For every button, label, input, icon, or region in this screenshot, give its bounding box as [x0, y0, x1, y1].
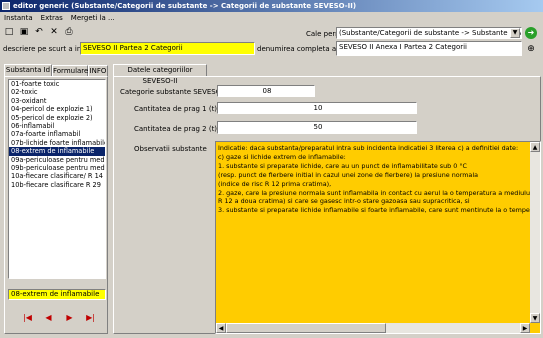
- save-icon[interactable]: ▣: [18, 26, 30, 38]
- denumirea-value: SEVESO II Anexa I Partea 2 Categorii: [339, 43, 468, 51]
- observatii-area[interactable]: Indicatie: daca substanta/preparatul int…: [215, 141, 541, 334]
- list-item[interactable]: 01-foarte toxic: [9, 80, 105, 88]
- first-record-icon[interactable]: |◀: [21, 312, 34, 322]
- categorie-field[interactable]: 08: [217, 85, 315, 97]
- observatii-line: 2. gaze, care la presiune normala sunt i…: [218, 188, 530, 197]
- list-item[interactable]: 09b-periculoase pentru mediu R: [9, 164, 105, 172]
- prag2-value: 50: [313, 123, 323, 131]
- cale-permisa-value: (Substante/Categorii de substante -> Sub…: [339, 29, 521, 37]
- observatii-line: c) gaze si lichide extrem de inflamabile…: [218, 152, 346, 161]
- zoom-icon[interactable]: ⊕: [525, 43, 537, 55]
- observatii-line: 1. substante si preparate lichide, care …: [218, 161, 468, 170]
- undo-icon[interactable]: ↶: [33, 26, 45, 38]
- observatii-line: (indice de risc R 12 prima cratima),: [218, 179, 332, 188]
- list-item[interactable]: 07a-foarte inflamabil: [9, 130, 105, 138]
- tab-substanta-id-label: Substanta Id: [5, 66, 51, 74]
- horizontal-scrollbar[interactable]: ◀ ▶: [216, 323, 530, 333]
- app-icon: [2, 2, 10, 10]
- title-bar: editor generic (Substante/Categorii de s…: [0, 0, 543, 12]
- print-icon[interactable]: ⎙: [63, 26, 75, 38]
- scroll-right-icon[interactable]: ▶: [520, 323, 530, 333]
- prag1-label: Cantitatea de prag 1 (t): [134, 105, 218, 113]
- descriere-value: SEVESO II Partea 2 Categorii: [83, 44, 183, 52]
- observatii-text: Indicatie: daca substanta/preparatul int…: [216, 142, 530, 323]
- categorie-label: Categorie substante SEVESO-II: [120, 88, 229, 96]
- list-item[interactable]: 10b-fiecare clasificare R 29: [9, 181, 105, 189]
- selected-substance-field: 08-extrem de inflamabile: [8, 289, 106, 300]
- list-item[interactable]: 02-toxic: [9, 88, 105, 96]
- menu-mergeti-la[interactable]: Mergeti la ...: [71, 14, 115, 22]
- descriere-field[interactable]: SEVESO II Partea 2 Categorii: [80, 42, 255, 55]
- list-item[interactable]: 03-oxidant: [9, 97, 105, 105]
- observatii-line: Indicatie: daca substanta/preparatul int…: [218, 144, 519, 152]
- new-icon[interactable]: □: [3, 26, 15, 38]
- selected-substance-value: 08-extrem de inflamabile: [11, 290, 100, 298]
- prag1-value: 10: [313, 104, 323, 112]
- record-nav: |◀ ◀ ▶ ▶|: [21, 312, 101, 322]
- scroll-thumb[interactable]: [226, 323, 386, 333]
- prag1-field[interactable]: 10: [217, 102, 417, 114]
- scroll-left-icon[interactable]: ◀: [216, 323, 226, 333]
- cale-permisa-select[interactable]: (Substante/Categorii de substante -> Sub…: [336, 27, 522, 39]
- chevron-down-icon[interactable]: ▼: [510, 28, 520, 38]
- list-item[interactable]: 04-pericol de explozie 1): [9, 105, 105, 113]
- scroll-up-icon[interactable]: ▲: [530, 142, 540, 152]
- tab-info-label: INFO: [89, 67, 107, 75]
- prag2-label: Cantitatea de prag 2 (t): [134, 125, 218, 133]
- tab-formulare-label: Formulare: [53, 67, 89, 75]
- menu-instanta[interactable]: Instanta: [4, 14, 33, 22]
- vertical-scrollbar[interactable]: ▲ ▼: [530, 142, 540, 323]
- substance-list[interactable]: 01-foarte toxic 02-toxic 03-oxidant 04-peri…: [8, 79, 106, 279]
- observatii-line: 3. substante si preparate lichide inflam…: [218, 206, 530, 215]
- menu-bar: Instanta Extras Mergeti la ...: [0, 12, 543, 24]
- delete-icon[interactable]: ✕: [48, 26, 60, 38]
- list-item[interactable]: 10a-fiecare clasificare/ R 14: [9, 172, 105, 180]
- observatii-line: R 12 a doua cratima) si care se gasesc i…: [218, 197, 470, 206]
- observatii-label: Observatii substante: [134, 145, 207, 153]
- next-record-icon[interactable]: ▶: [63, 312, 76, 322]
- previous-record-icon[interactable]: ◀: [42, 312, 55, 322]
- categorie-value: 08: [262, 87, 272, 95]
- toolbar: □ ▣ ↶ ✕ ⎙: [0, 24, 300, 39]
- list-item[interactable]: 07b-lichide foarte inflamabile: [9, 139, 105, 147]
- window-title: editor generic (Substante/Categorii de s…: [13, 2, 357, 10]
- scroll-down-icon[interactable]: ▼: [530, 313, 540, 323]
- menu-extras[interactable]: Extras: [41, 14, 63, 22]
- list-item[interactable]: 05-pericol de explozie 2): [9, 114, 105, 122]
- list-item[interactable]: 06-inflamabil: [9, 122, 105, 130]
- list-item[interactable]: 08-extrem de inflamabile: [9, 147, 105, 156]
- go-arrow-icon[interactable]: ➜: [525, 27, 537, 39]
- list-item[interactable]: 09a-periculoase pentru mediu R: [9, 156, 105, 164]
- last-record-icon[interactable]: ▶|: [84, 312, 97, 322]
- observatii-line: (resp. punct de fierbere initial in cazu…: [218, 170, 479, 179]
- denumirea-field[interactable]: SEVESO II Anexa I Partea 2 Categorii: [336, 41, 522, 56]
- prag2-field[interactable]: 50: [217, 121, 417, 134]
